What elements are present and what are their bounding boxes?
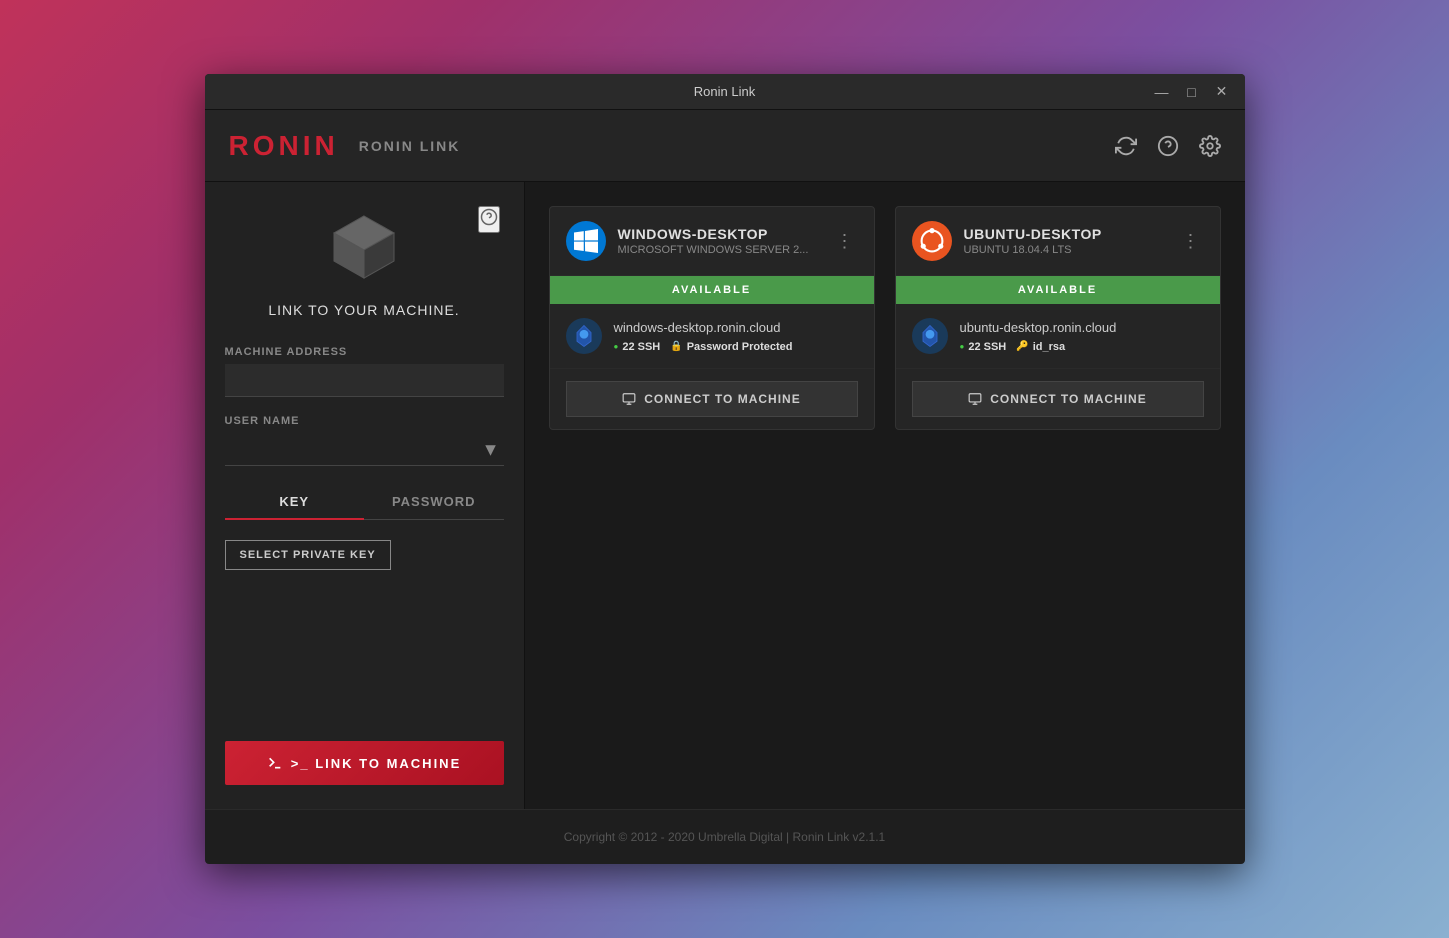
machine-3d-icon xyxy=(324,206,404,286)
ubuntu-connect-label: CONNECT TO MACHINE xyxy=(990,392,1146,406)
refresh-button[interactable] xyxy=(1115,135,1137,157)
monitor-icon-windows xyxy=(622,392,636,406)
ubuntu-card-menu-button[interactable]: ⋮ xyxy=(1178,227,1204,256)
logo-highlight: R xyxy=(229,130,253,161)
settings-button[interactable] xyxy=(1199,135,1221,157)
ubuntu-ronin-avatar xyxy=(912,318,948,354)
left-panel: LINK TO YOUR MACHINE. MACHINE ADDRESS US… xyxy=(205,182,525,809)
machine-icon-area xyxy=(225,206,504,286)
settings-icon xyxy=(1199,135,1221,157)
ubuntu-logo-icon xyxy=(919,228,945,254)
windows-ronin-avatar xyxy=(566,318,602,354)
windows-desktop-card: WINDOWS-DESKTOP MICROSOFT WINDOWS SERVER… xyxy=(549,206,875,430)
link-machine-label: >_ LINK TO MACHINE xyxy=(291,756,461,771)
help-icon xyxy=(1157,135,1179,157)
machine-address-label: MACHINE ADDRESS xyxy=(225,346,504,358)
ubuntu-card-header: UBUNTU-DESKTOP UBUNTU 18.04.4 LTS ⋮ xyxy=(896,207,1220,276)
windows-connection-tags: 22 SSH Password Protected xyxy=(614,341,858,353)
windows-card-header: WINDOWS-DESKTOP MICROSOFT WINDOWS SERVER… xyxy=(550,207,874,276)
auth-tabs: KEY PASSWORD xyxy=(225,484,504,520)
ubuntu-desktop-card: UBUNTU-DESKTOP UBUNTU 18.04.4 LTS ⋮ AVAI… xyxy=(895,206,1221,430)
terminal-icon xyxy=(267,755,283,771)
windows-title-area: WINDOWS-DESKTOP MICROSOFT WINDOWS SERVER… xyxy=(618,226,820,256)
ubuntu-machine-os: UBUNTU 18.04.4 LTS xyxy=(964,244,1166,256)
windows-card-menu-button[interactable]: ⋮ xyxy=(832,227,858,256)
tab-key[interactable]: KEY xyxy=(225,484,365,519)
ronin-avatar-icon xyxy=(570,322,598,350)
windows-connect-label: CONNECT TO MACHINE xyxy=(644,392,800,406)
link-machine-title: LINK TO YOUR MACHINE. xyxy=(268,302,459,318)
machine-address-input[interactable] xyxy=(225,364,504,397)
ubuntu-status-badge: AVAILABLE xyxy=(896,276,1220,304)
close-button[interactable]: ✕ xyxy=(1211,81,1233,103)
tab-password[interactable]: PASSWORD xyxy=(364,484,504,519)
refresh-icon xyxy=(1115,135,1137,157)
ubuntu-ronin-avatar-icon xyxy=(916,322,944,350)
windows-hostname: windows-desktop.ronin.cloud xyxy=(614,320,858,335)
ubuntu-connect-button[interactable]: CONNECT TO MACHINE xyxy=(912,381,1204,417)
window-title: Ronin Link xyxy=(694,84,755,99)
ubuntu-machine-name: UBUNTU-DESKTOP xyxy=(964,226,1166,242)
windows-auth-tag: Password Protected xyxy=(670,341,792,353)
select-private-key-button[interactable]: SELECT PRIVATE KEY xyxy=(225,540,391,570)
username-label: USER NAME xyxy=(225,415,504,427)
ubuntu-connection-details: ubuntu-desktop.ronin.cloud 22 SSH id_rsa xyxy=(960,320,1204,353)
username-group: USER NAME ▼ xyxy=(225,415,504,466)
monitor-icon-ubuntu xyxy=(968,392,982,406)
ubuntu-hostname: ubuntu-desktop.ronin.cloud xyxy=(960,320,1204,335)
app-footer: Copyright © 2012 - 2020 Umbrella Digital… xyxy=(205,809,1245,864)
help-button[interactable] xyxy=(1157,135,1179,157)
maximize-button[interactable]: □ xyxy=(1181,81,1203,103)
windows-logo-icon xyxy=(574,229,598,253)
username-input-wrapper: ▼ xyxy=(225,433,504,466)
right-panel: WINDOWS-DESKTOP MICROSOFT WINDOWS SERVER… xyxy=(525,182,1245,809)
windows-status-badge: AVAILABLE xyxy=(550,276,874,304)
logo-text: ONIN xyxy=(253,130,339,161)
ubuntu-auth-tag: id_rsa xyxy=(1016,341,1065,353)
windows-machine-os: MICROSOFT WINDOWS SERVER 2... xyxy=(618,244,820,256)
title-bar: Ronin Link — □ ✕ xyxy=(205,74,1245,110)
header-actions xyxy=(1115,135,1221,157)
windows-ssh-tag: 22 SSH xyxy=(614,341,661,353)
username-input[interactable] xyxy=(225,433,504,466)
windows-connection-details: windows-desktop.ronin.cloud 22 SSH Passw… xyxy=(614,320,858,353)
minimize-button[interactable]: — xyxy=(1151,81,1173,103)
ubuntu-os-icon xyxy=(912,221,952,261)
windows-connect-button[interactable]: CONNECT TO MACHINE xyxy=(566,381,858,417)
help-circle-icon xyxy=(480,208,498,226)
windows-machine-name: WINDOWS-DESKTOP xyxy=(618,226,820,242)
logo: RONIN xyxy=(229,130,339,162)
app-subtitle: RONIN LINK xyxy=(359,138,461,154)
link-to-machine-button[interactable]: >_ LINK TO MACHINE xyxy=(225,741,504,785)
app-window: Ronin Link — □ ✕ RONIN RONIN LINK xyxy=(205,74,1245,864)
machines-grid: WINDOWS-DESKTOP MICROSOFT WINDOWS SERVER… xyxy=(549,206,1221,430)
windows-os-icon xyxy=(566,221,606,261)
ubuntu-title-area: UBUNTU-DESKTOP UBUNTU 18.04.4 LTS xyxy=(964,226,1166,256)
app-header: RONIN RONIN LINK xyxy=(205,110,1245,182)
left-panel-help-button[interactable] xyxy=(478,206,500,233)
ubuntu-connection-info: ubuntu-desktop.ronin.cloud 22 SSH id_rsa xyxy=(896,304,1220,369)
footer-copyright: Copyright © 2012 - 2020 Umbrella Digital… xyxy=(564,830,885,844)
machine-address-group: MACHINE ADDRESS xyxy=(225,346,504,397)
title-bar-controls: — □ ✕ xyxy=(1151,81,1233,103)
key-panel: SELECT PRIVATE KEY xyxy=(225,540,504,570)
windows-connection-info: windows-desktop.ronin.cloud 22 SSH Passw… xyxy=(550,304,874,369)
app-body: LINK TO YOUR MACHINE. MACHINE ADDRESS US… xyxy=(205,182,1245,809)
ubuntu-connection-tags: 22 SSH id_rsa xyxy=(960,341,1204,353)
ubuntu-ssh-tag: 22 SSH xyxy=(960,341,1007,353)
